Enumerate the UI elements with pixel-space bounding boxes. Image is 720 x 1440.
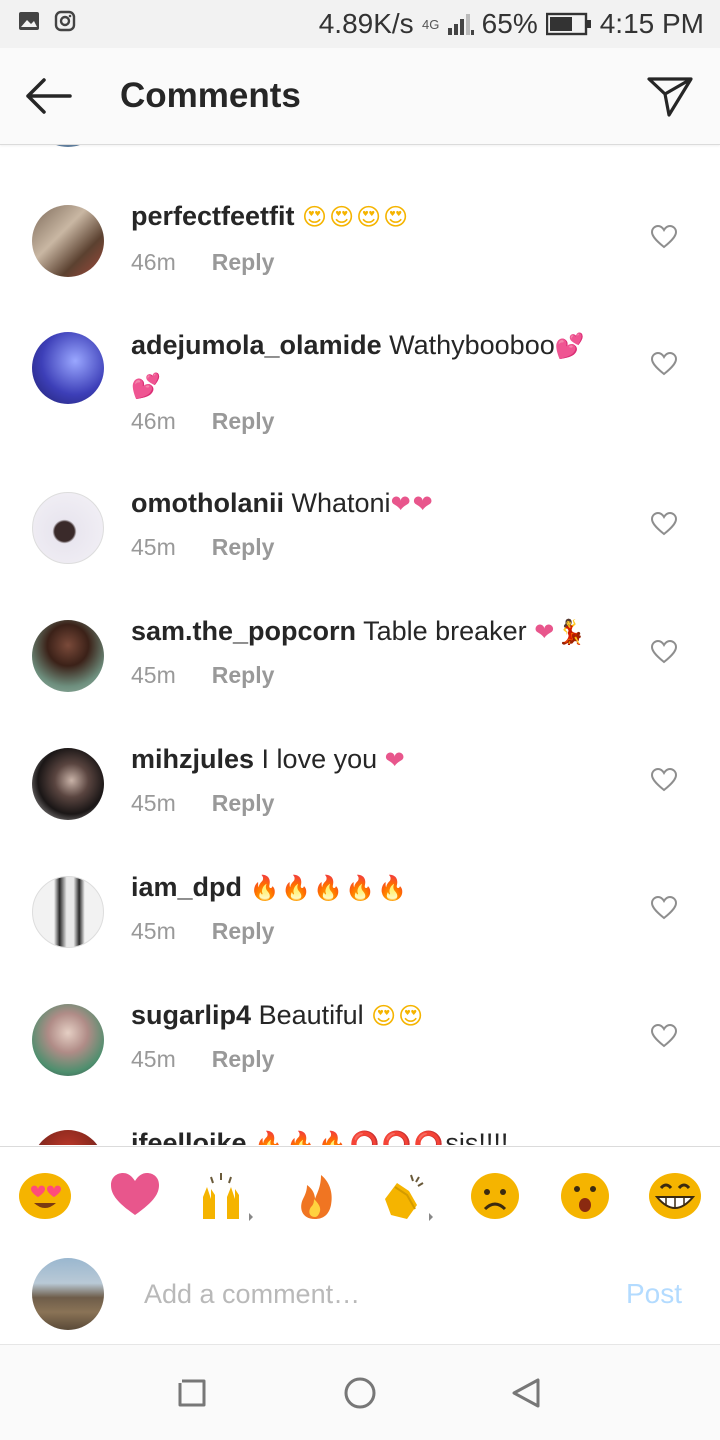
comment-composer: Post	[0, 1244, 720, 1345]
comment-meta: 45m Reply	[131, 1046, 274, 1073]
comment-body: Table breaker	[363, 616, 527, 646]
comment-username[interactable]: adejumola_olamide	[131, 330, 382, 360]
comment-username[interactable]: iam_dpd	[131, 872, 242, 902]
comment-time: 45m	[131, 790, 176, 816]
back-icon[interactable]	[508, 1375, 544, 1411]
avatar[interactable]	[32, 620, 104, 692]
battery-icon	[545, 12, 591, 36]
home-icon[interactable]	[342, 1375, 378, 1411]
recents-icon[interactable]	[174, 1375, 210, 1411]
status-bar: 4.89K/s 4G 65% 4:15 PM	[0, 0, 720, 48]
gallery-icon	[19, 12, 39, 30]
network-type: 4G	[422, 16, 440, 32]
comment-text: iam_dpd 🔥🔥🔥🔥🔥	[131, 868, 611, 908]
comment-meta: 45m Reply	[131, 534, 274, 561]
comment-emoji: ❤❤	[390, 491, 435, 518]
comment-text: omotholanii Whatoni❤❤	[131, 484, 611, 524]
like-heart-icon[interactable]	[651, 896, 677, 920]
status-right: 4.89K/s 4G 65% 4:15 PM	[319, 8, 704, 40]
user-avatar	[32, 1258, 104, 1330]
comment-meta: 45m Reply	[131, 790, 274, 817]
comment-emoji: ❤💃	[534, 619, 589, 646]
post-button[interactable]: Post	[626, 1278, 682, 1310]
fire-emoji-icon[interactable]	[287, 1169, 343, 1221]
avatar[interactable]	[32, 205, 104, 277]
reply-button[interactable]: Reply	[212, 534, 275, 561]
comment-time: 45m	[131, 918, 176, 944]
comment-username[interactable]: omotholanii	[131, 488, 284, 518]
signal-icon	[447, 14, 474, 35]
like-heart-icon[interactable]	[651, 352, 677, 376]
comment-username[interactable]: sugarlip4	[131, 1000, 251, 1030]
comment-time: 45m	[131, 1046, 176, 1072]
avatar[interactable]	[32, 748, 104, 820]
clapping-hands-emoji-icon[interactable]	[377, 1169, 433, 1221]
comment-input[interactable]	[144, 1274, 584, 1314]
avatar[interactable]	[32, 332, 104, 404]
comment-emoji: 🔥🔥🔥🔥🔥	[249, 875, 409, 902]
paper-plane-icon[interactable]	[644, 70, 696, 122]
comment-username[interactable]: mihzjules	[131, 744, 254, 774]
comment-body: Wathybooboo	[389, 330, 555, 360]
page-title: Comments	[120, 76, 301, 115]
comment-time: 46m	[131, 249, 176, 275]
comment-emoji: 😍😍😍😍	[302, 204, 411, 231]
comment-text: mihzjules I love you ❤	[131, 740, 611, 780]
like-heart-icon[interactable]	[651, 640, 677, 664]
raised-hands-emoji-icon[interactable]	[197, 1169, 253, 1221]
system-nav-bar	[0, 1345, 720, 1440]
reply-button[interactable]: Reply	[212, 1046, 275, 1073]
reply-button[interactable]: Reply	[212, 790, 275, 817]
avatar[interactable]	[32, 1004, 104, 1076]
comment-emoji: ❤	[384, 747, 407, 774]
clock: 4:15 PM	[599, 8, 704, 39]
comment-body: sis!!!!	[445, 1128, 509, 1145]
network-speed: 4.89K/s	[318, 8, 414, 39]
comment-username[interactable]: perfectfeetfit	[131, 201, 295, 231]
like-heart-icon[interactable]	[651, 225, 677, 249]
comment-body: I love you	[261, 744, 378, 774]
reply-button[interactable]: Reply	[212, 662, 275, 689]
arrow-left-icon[interactable]	[20, 74, 76, 118]
quick-emoji-bar	[0, 1146, 720, 1245]
comment-meta: 46m Reply	[131, 249, 274, 276]
avatar[interactable]	[32, 876, 104, 948]
comment-body: Beautiful	[258, 1000, 364, 1030]
reply-button[interactable]: Reply	[212, 918, 275, 945]
comment-time: 46m	[131, 408, 176, 434]
comment-emoji: 🔥🔥🔥⭕⭕⭕	[254, 1131, 446, 1145]
comment-text: sugarlip4 Beautiful 😍😍	[131, 996, 611, 1036]
avatar[interactable]	[32, 492, 104, 564]
comment-emoji: 😍😍	[371, 1003, 426, 1030]
heart-eyes-emoji-icon[interactable]	[17, 1169, 73, 1221]
surprised-face-emoji-icon[interactable]	[557, 1169, 613, 1221]
avatar[interactable]	[32, 1130, 104, 1145]
comment-text: adejumola_olamide Wathybooboo💕💕	[131, 326, 601, 406]
comment-text: ifeelloike 🔥🔥🔥⭕⭕⭕sis!!!!	[131, 1124, 611, 1145]
comment-body: Whatoni	[291, 488, 391, 518]
status-left	[18, 10, 76, 32]
like-heart-icon[interactable]	[651, 1024, 677, 1048]
instagram-icon	[54, 10, 76, 32]
reply-button[interactable]: Reply	[212, 408, 275, 435]
reply-button[interactable]: Reply	[212, 249, 275, 276]
comment-time: 45m	[131, 534, 176, 560]
avatar[interactable]	[32, 145, 104, 147]
heart-emoji-icon[interactable]	[107, 1169, 163, 1221]
comment-time: 45m	[131, 662, 176, 688]
sad-face-emoji-icon[interactable]	[467, 1169, 523, 1221]
top-bar: Comments	[0, 48, 720, 145]
grinning-face-emoji-icon[interactable]	[647, 1169, 703, 1221]
comment-meta: 45m Reply	[131, 918, 274, 945]
comment-text: sam.the_popcorn Table breaker ❤💃	[131, 612, 611, 652]
comment-text: perfectfeetfit 😍😍😍😍	[131, 197, 611, 237]
comment-meta: 45m Reply	[131, 662, 274, 689]
battery-percent: 65%	[481, 8, 538, 39]
like-heart-icon[interactable]	[651, 512, 677, 536]
comments-list[interactable]: perfectfeetfit 😍😍😍😍 46m Reply adejumola_…	[0, 145, 720, 1145]
like-heart-icon[interactable]	[651, 768, 677, 792]
comment-username[interactable]: ifeelloike	[131, 1128, 247, 1145]
comment-meta: 46m Reply	[131, 408, 274, 435]
comment-username[interactable]: sam.the_popcorn	[131, 616, 356, 646]
